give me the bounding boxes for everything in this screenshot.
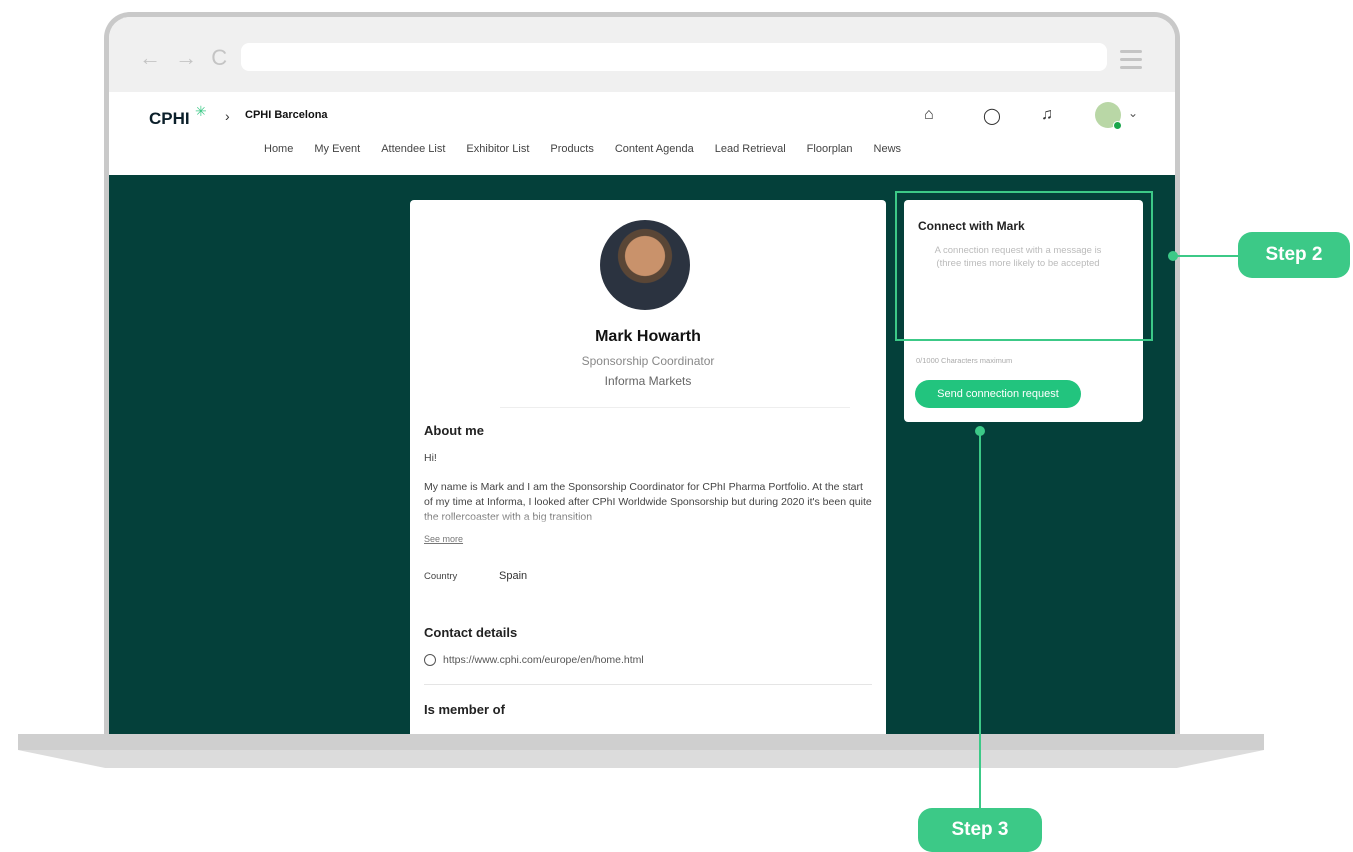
divider <box>500 407 850 408</box>
home-icon[interactable]: ⌂ <box>924 106 934 124</box>
step3-callout-line <box>979 434 981 812</box>
char-limit-note: 0/1000 Characters maximum <box>916 356 1013 365</box>
browser-chrome: ← → C <box>109 17 1175 92</box>
browser-nav-icons[interactable]: ← → C <box>139 45 231 71</box>
address-bar[interactable] <box>241 43 1107 71</box>
site-header: CPHI ✳ › CPHI Barcelona ⌂ ◯ ♫ ⌄ Home My … <box>109 92 1175 175</box>
chat-icon[interactable]: ◯ <box>983 106 1001 126</box>
divider <box>424 684 872 685</box>
step2-label: Step 2 <box>1238 232 1350 278</box>
breadcrumb[interactable]: CPHI Barcelona <box>245 109 328 121</box>
send-connection-request-button[interactable]: Send connection request <box>915 380 1081 408</box>
hamburger-menu-icon[interactable] <box>1120 50 1142 74</box>
nav-item-attendee-list[interactable]: Attendee List <box>381 143 445 155</box>
step2-callout-line <box>1176 255 1242 257</box>
nav-item-exhibitor-list[interactable]: Exhibitor List <box>466 143 529 155</box>
text-fade <box>424 510 874 530</box>
nav-item-my-event[interactable]: My Event <box>314 143 360 155</box>
nav-item-products[interactable]: Products <box>550 143 593 155</box>
see-more-link[interactable]: See more <box>424 534 463 544</box>
about-title: About me <box>424 423 484 438</box>
country-value: Spain <box>499 570 528 582</box>
member-title: Is member of <box>424 702 505 717</box>
website-link[interactable]: https://www.cphi.com/europe/en/home.html <box>443 654 644 666</box>
country-label: Country <box>424 571 458 582</box>
profile-name: Mark Howarth <box>595 328 701 345</box>
laptop-screen: ← → C CPHI ✳ › CPHI Barcelona ⌂ ◯ ♫ ⌄ Ho… <box>104 12 1180 738</box>
chevron-right-icon: › <box>225 108 230 124</box>
main-content: Mark Howarth Sponsorship Coordinator Inf… <box>109 175 1175 738</box>
profile-photo <box>600 220 690 310</box>
nav-item-home[interactable]: Home <box>264 143 293 155</box>
bell-icon[interactable]: ♫ <box>1041 106 1053 124</box>
profile-card: Mark Howarth Sponsorship Coordinator Inf… <box>410 200 886 738</box>
nav-item-lead-retrieval[interactable]: Lead Retrieval <box>715 143 786 155</box>
nav-item-news[interactable]: News <box>874 143 902 155</box>
online-status-icon <box>1113 121 1122 130</box>
nav-item-content-agenda[interactable]: Content Agenda <box>615 143 694 155</box>
nav-item-floorplan[interactable]: Floorplan <box>807 143 853 155</box>
about-greeting: Hi! <box>424 452 437 464</box>
contact-title: Contact details <box>424 625 518 640</box>
laptop-base <box>18 734 1264 750</box>
profile-company: Informa Markets <box>604 374 692 388</box>
main-nav: Home My Event Attendee List Exhibitor Li… <box>264 143 901 155</box>
profile-role: Sponsorship Coordinator <box>581 354 715 368</box>
chevron-down-icon[interactable]: ⌄ <box>1128 106 1138 120</box>
step2-highlight-box <box>895 191 1153 341</box>
logo-spark-icon: ✳ <box>195 103 207 119</box>
globe-icon <box>424 654 436 666</box>
cphi-logo[interactable]: CPHI <box>149 109 190 129</box>
laptop-foot <box>18 750 1264 768</box>
step3-label: Step 3 <box>918 808 1042 852</box>
